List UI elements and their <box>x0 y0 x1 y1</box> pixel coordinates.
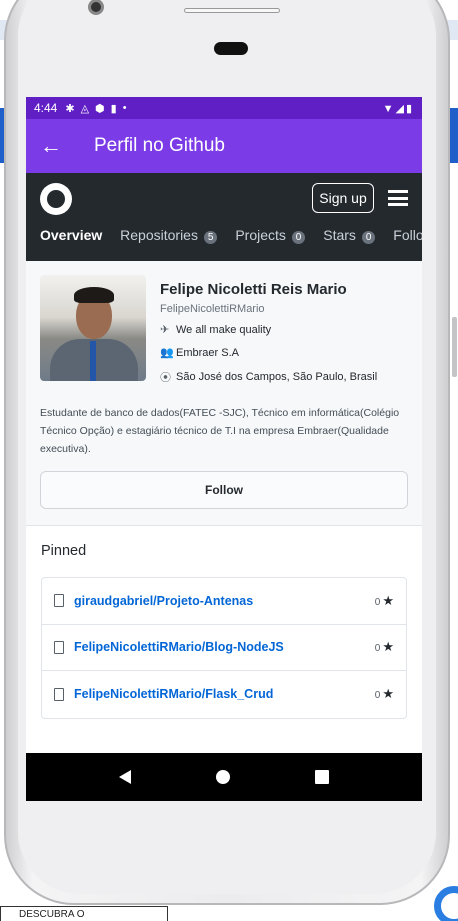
tab-projects[interactable]: Projects 0 <box>235 227 306 244</box>
location-pin-icon: ⦿ <box>160 372 171 384</box>
profile-login: FelipeNicolettiRMario <box>160 303 265 315</box>
arrow-left-icon[interactable]: ← <box>40 133 80 159</box>
shield-icon: ⬢ <box>95 102 105 115</box>
repo-stars: 0 ★ <box>375 639 394 655</box>
proximity-sensor <box>214 42 248 55</box>
status-right-icons: ▼◢▮ <box>383 102 414 115</box>
star-count: 0 <box>374 643 381 655</box>
pinned-repo[interactable]: FelipeNicolettiRMario/Flask_Crud 0 ★ <box>42 671 406 718</box>
nav-back-icon[interactable] <box>118 770 131 784</box>
profile-location: ⦿ São José dos Campos, São Paulo, Brasil <box>160 369 377 385</box>
repo-stars: 0 ★ <box>375 593 394 609</box>
avatar <box>40 275 146 381</box>
repo-stars: 0 ★ <box>375 686 394 702</box>
nav-recents-icon[interactable] <box>315 770 330 784</box>
android-nav-bar <box>26 753 422 801</box>
pinned-list: giraudgabriel/Projeto-Antenas 0 ★ FelipeN… <box>41 577 407 719</box>
wifi-icon: ▼ <box>382 102 396 115</box>
pinned-repo[interactable]: giraudgabriel/Projeto-Antenas 0 ★ <box>42 578 406 625</box>
tab-label: Follow <box>393 227 422 243</box>
status-time: 4:44 <box>34 101 58 115</box>
star-icon: ★ <box>382 592 394 608</box>
pinned-repo[interactable]: FelipeNicolettiRMario/Blog-NodeJS 0 ★ <box>42 625 406 671</box>
tagline-text: We all make quality <box>176 323 272 336</box>
repo-book-icon <box>54 687 64 701</box>
profile-bio: Estudante de banco de dados(FATEC -SJC),… <box>40 407 400 455</box>
app-bar: ← Perfil no Github <box>26 119 422 173</box>
tab-label: Projects <box>235 227 286 243</box>
star-count: 0 <box>374 690 381 702</box>
profile-name: Felipe Nicoletti Reis Mario <box>160 281 347 298</box>
menu-icon[interactable] <box>388 190 408 206</box>
repo-link[interactable]: giraudgabriel/Projeto-Antenas <box>74 594 253 608</box>
tab-count: 0 <box>361 231 376 244</box>
tab-stars[interactable]: Stars 0 <box>323 227 376 244</box>
follow-button[interactable]: Follow <box>40 471 408 509</box>
tab-count: 0 <box>291 231 306 244</box>
background-text-box: DESCUBRA O <box>0 906 168 921</box>
repo-book-icon <box>54 640 64 654</box>
repo-link[interactable]: FelipeNicolettiRMario/Blog-NodeJS <box>74 640 284 654</box>
status-bar: 4:44 ✱ ◬ ⬢ ▮ • ▼◢▮ <box>26 97 422 119</box>
app-bar-title: Perfil no Github <box>94 135 225 156</box>
a-icon: ◬ <box>80 102 90 115</box>
tab-count: 5 <box>203 231 218 244</box>
pinned-title: Pinned <box>41 543 87 559</box>
profile-tabs: Overview Repositories 5 Projects 0 Stars… <box>40 227 422 244</box>
chat-bubble-icon[interactable] <box>434 886 458 921</box>
tab-label: Overview <box>40 227 103 243</box>
profile-card: Felipe Nicoletti Reis Mario FelipeNicole… <box>26 261 422 526</box>
profile-tagline: ✈ We all make quality <box>160 323 272 337</box>
people-icon: 👥 <box>160 347 174 359</box>
star-count: 0 <box>374 596 381 608</box>
earpiece-speaker <box>184 8 280 13</box>
signal-icon: ◢ <box>395 102 406 115</box>
power-button[interactable] <box>452 317 457 377</box>
gear-icon: ✱ <box>65 102 75 115</box>
github-header: Sign up Overview Repositories 5 Projects… <box>26 173 422 261</box>
sign-up-button[interactable]: Sign up <box>312 183 374 213</box>
battery-icon: ▮ <box>405 102 414 115</box>
profile-company: 👥 Embraer S.A <box>160 346 239 360</box>
airplane-icon: ✈ <box>160 324 170 336</box>
tab-repositories[interactable]: Repositories 5 <box>120 227 218 244</box>
github-logo-icon[interactable] <box>40 183 72 215</box>
star-icon: ★ <box>382 686 394 702</box>
star-icon: ★ <box>382 639 394 655</box>
nav-home-icon[interactable] <box>215 770 230 784</box>
phone-screen: 4:44 ✱ ◬ ⬢ ▮ • ▼◢▮ ← Perfil no Github Si… <box>26 97 422 801</box>
tab-followers[interactable]: Follow <box>393 227 422 243</box>
location-text: São José dos Campos, São Paulo, Brasil <box>176 371 378 383</box>
dot-icon: • <box>122 102 127 114</box>
repo-link[interactable]: FelipeNicolettiRMario/Flask_Crud <box>74 687 273 701</box>
tab-overview[interactable]: Overview <box>40 227 102 243</box>
tab-label: Stars <box>323 227 356 243</box>
company-text: Embraer S.A <box>176 346 239 359</box>
repo-book-icon <box>54 594 64 608</box>
tab-label: Repositories <box>120 227 198 243</box>
sd-card-icon: ▮ <box>110 102 117 115</box>
